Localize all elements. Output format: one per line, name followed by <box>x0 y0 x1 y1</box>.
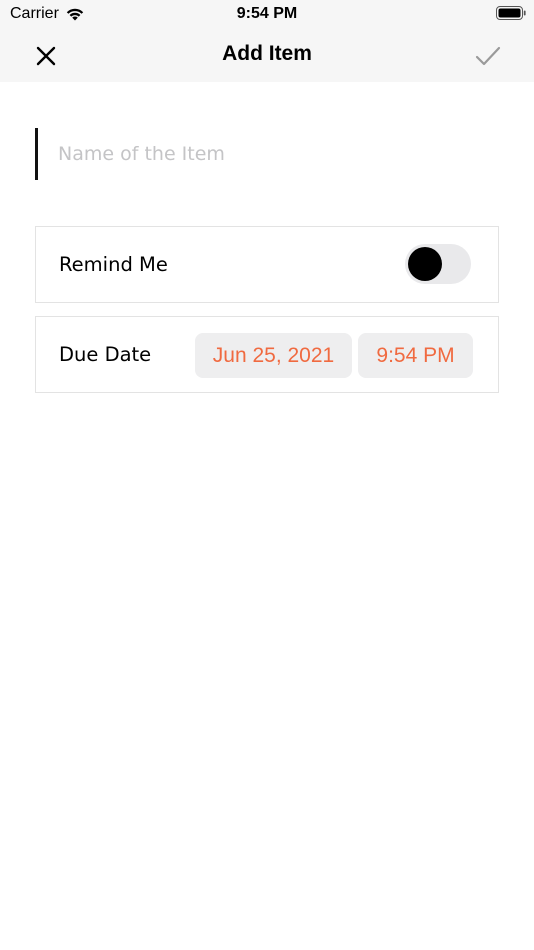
due-date-label: Due Date <box>59 343 152 366</box>
status-bar: Carrier 9:54 PM <box>0 0 534 30</box>
done-button[interactable] <box>472 40 504 72</box>
navigation-bar: Add Item <box>0 30 534 82</box>
status-time: 9:54 PM <box>236 5 298 22</box>
remind-me-toggle[interactable] <box>405 244 471 284</box>
toggle-knob <box>408 247 442 281</box>
due-time-picker[interactable]: 9:54 PM <box>358 333 473 378</box>
due-date-row: Due Date Jun 25, 2021 9:54 PM <box>35 316 499 393</box>
checkmark-icon <box>475 46 501 66</box>
remind-me-row: Remind Me <box>35 226 499 303</box>
due-date-picker[interactable]: Jun 25, 2021 <box>195 333 352 378</box>
battery-icon <box>496 6 526 20</box>
page-title: Add Item <box>222 42 312 65</box>
remind-me-label: Remind Me <box>59 253 168 276</box>
item-name-input[interactable] <box>38 143 495 165</box>
item-name-field <box>35 128 495 180</box>
